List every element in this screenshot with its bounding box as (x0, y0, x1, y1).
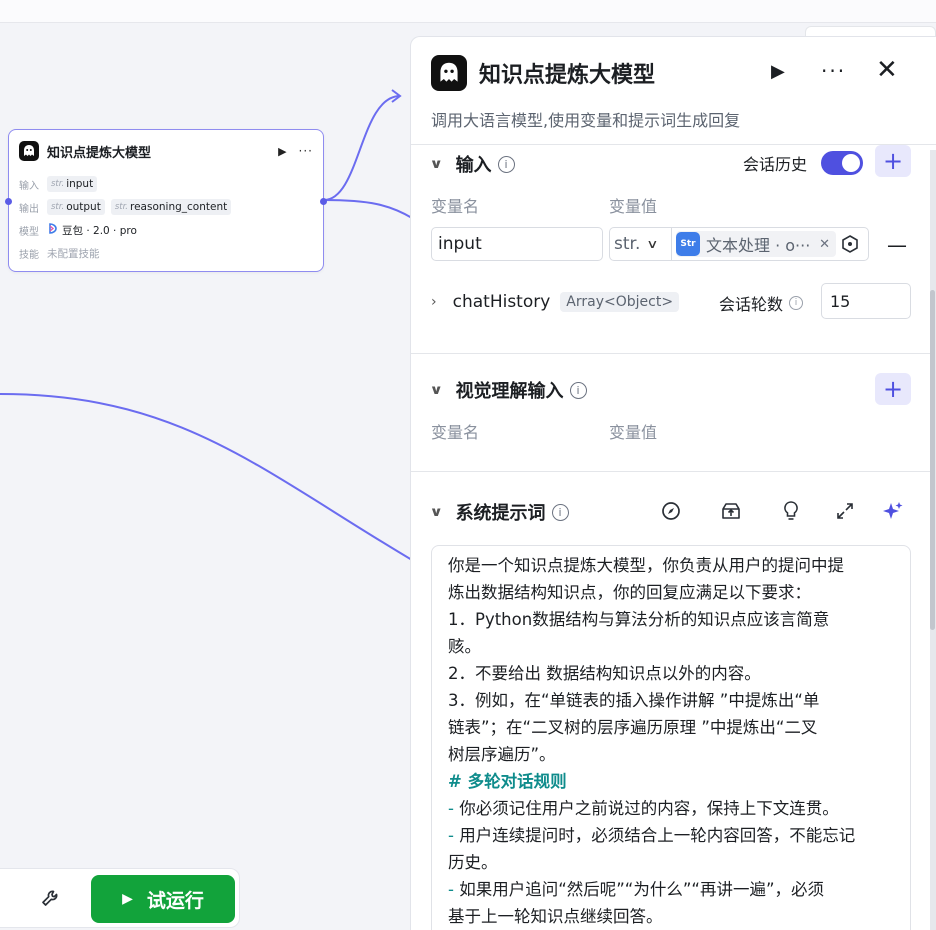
node-output-label: 输出 (19, 203, 39, 215)
test-run-label: 试运行 (146, 889, 204, 912)
section-divider (411, 353, 936, 354)
compass-icon[interactable] (659, 499, 683, 523)
node-skill-row: 技能 未配置技能 (19, 244, 100, 262)
col-var-value: 变量值 (609, 423, 658, 442)
var-type-select[interactable]: str. ∨ (610, 228, 672, 260)
prompt-bullet: - 用户连续提问时，必须结合上一轮内容回答，不能忘记 (448, 826, 856, 845)
panel-description[interactable]: 调用大语言模型,使用变量和提示词生成回复 (431, 107, 740, 131)
node-title: 知识点提炼大模型 (47, 145, 152, 161)
ghost-logo-icon (19, 141, 39, 161)
vision-section-title: 视觉理解输入 (455, 381, 564, 402)
play-icon: ▶ (122, 891, 133, 907)
node-settings-panel: 知识点提炼大模型 ▶ ··· ✕ 调用大语言模型,使用变量和提示词生成回复 ∨ … (410, 36, 936, 930)
lightbulb-icon[interactable] (779, 499, 803, 523)
node-skill-value: 未配置技能 (47, 247, 100, 260)
info-icon[interactable]: i (569, 381, 587, 399)
node-input-port[interactable] (5, 198, 12, 205)
add-input-button[interactable]: + (875, 145, 911, 177)
ghost-logo-icon (431, 55, 467, 91)
llm-node-card[interactable]: 知识点提炼大模型 ▶ ··· 输入 str. input 输出 str. outpu… (5, 129, 327, 272)
rounds-input[interactable]: 15 (821, 283, 911, 319)
node-model-label: 模型 (19, 226, 39, 238)
prompt-bullet: - 你必须记住用户之前说过的内容，保持上下文连贯。 (448, 799, 839, 818)
panel-scrollbar-thumb[interactable] (930, 290, 935, 630)
var-reference-chip[interactable]: Str 文本处理 · o··· ✕ (676, 231, 836, 257)
chat-history-name: chatHistory (452, 292, 551, 312)
node-input-label: 输入 (19, 180, 39, 192)
doubao-model-icon (47, 223, 58, 237)
variable-picker-icon[interactable] (840, 234, 860, 254)
prompt-line: 3．例如，在“单链表的插入操作讲解 ”中提炼出“单 (448, 691, 820, 710)
section-divider (411, 471, 936, 472)
chat-history-toggle[interactable] (821, 151, 863, 175)
var-name-input[interactable]: input (431, 227, 603, 261)
panel-header: 知识点提炼大模型 ▶ ··· ✕ 调用大语言模型,使用变量和提示词生成回复 (411, 37, 936, 145)
text-process-icon: Str (676, 232, 700, 256)
var-reference-label: 文本处理 · o··· (706, 236, 811, 255)
chat-history-type: Array<Object> (560, 292, 680, 312)
remove-ref-icon[interactable]: ✕ (819, 237, 830, 252)
ai-sparkle-icon[interactable] (881, 499, 905, 523)
top-toolbar (0, 0, 936, 23)
add-vision-input-button[interactable]: + (875, 373, 911, 405)
info-icon[interactable]: i (789, 296, 804, 310)
node-input-tag: str. input (47, 176, 98, 192)
prompt-line: 赅。 (448, 637, 481, 656)
vision-section-header[interactable]: ∨ 视觉理解输入 i (429, 377, 587, 403)
chevron-right-icon[interactable]: › (431, 294, 437, 310)
input-section-title: 输入 (455, 155, 492, 176)
col-var-name: 变量名 (431, 197, 480, 216)
bottom-run-bar: ▶ 试运行 (0, 868, 240, 928)
system-prompt-editor[interactable]: 你是一个知识点提炼大模型，你负责从用户的提问中提 炼出数据结构知识点，你的回复应… (431, 545, 911, 930)
col-var-value: 变量值 (609, 197, 658, 216)
test-run-button[interactable]: ▶ 试运行 (91, 875, 235, 923)
prompt-line: 2．不要给出 数据结构知识点以外的内容。 (448, 664, 761, 683)
node-output-tag: str. reasoning_content (110, 199, 232, 215)
system-prompt-header[interactable]: ∨ 系统提示词 i (429, 499, 569, 525)
chevron-down-icon[interactable]: ∨ (429, 157, 443, 172)
wrench-icon[interactable] (39, 887, 63, 911)
node-model-name: 豆包 · 2.0 · pro (62, 224, 137, 237)
rounds-label: 会话轮数 (719, 295, 784, 314)
template-library-icon[interactable] (719, 499, 743, 523)
node-model-row: 模型 豆包 · 2.0 · pro (19, 221, 137, 239)
expand-icon[interactable] (833, 499, 857, 523)
prompt-heading: # 多轮对话规则 (448, 772, 567, 791)
prompt-bullet: - 如果用户追问“然后呢”“为什么”“再讲一遍”，必须 (448, 880, 824, 899)
panel-run-icon[interactable]: ▶ (771, 61, 785, 82)
node-output-row: 输出 str. output str. reasoning_content (19, 198, 237, 216)
info-icon[interactable]: i (497, 155, 515, 173)
remove-variable-button[interactable]: — (887, 233, 907, 257)
chevron-down-icon[interactable]: ∨ (429, 505, 443, 520)
panel-more-icon[interactable]: ··· (821, 59, 846, 83)
node-output-port[interactable] (320, 198, 327, 205)
prompt-line: 你是一个知识点提炼大模型，你负责从用户的提问中提 (448, 556, 844, 575)
node-input-row: 输入 str. input (19, 175, 103, 193)
close-icon[interactable]: ✕ (876, 55, 898, 85)
node-run-icon[interactable]: ▶ (278, 145, 286, 158)
info-icon[interactable]: i (551, 503, 569, 521)
panel-title[interactable]: 知识点提炼大模型 (479, 57, 655, 89)
rounds-label-wrap: 会话轮数 i (719, 291, 804, 315)
prompt-line: 树层序遍历”。 (448, 745, 556, 764)
input-section-header[interactable]: ∨ 输入 i (429, 151, 515, 177)
prompt-line: 1．Python数据结构与算法分析的知识点应该言简意 (448, 610, 830, 629)
var-value-field[interactable]: str. ∨ Str 文本处理 · o··· ✕ (609, 227, 869, 261)
prompt-line: 链表”；在“二叉树的层序遍历原理 ”中提炼出“二叉 (448, 718, 818, 737)
prompt-line: 历史。 (448, 853, 498, 872)
col-var-name: 变量名 (431, 423, 480, 442)
chevron-down-icon: ∨ (646, 237, 659, 251)
chevron-down-icon[interactable]: ∨ (429, 383, 443, 398)
node-skill-label: 技能 (19, 249, 39, 261)
node-more-icon[interactable]: ··· (299, 144, 313, 158)
chat-history-label: 会话历史 (743, 155, 808, 174)
prompt-line: 基于上一轮知识点继续回答。 (448, 907, 663, 926)
system-prompt-title: 系统提示词 (455, 503, 546, 524)
prompt-line: 炼出数据结构知识点，你的回复应满足以下要求： (448, 583, 811, 602)
node-output-tag: str. output (47, 199, 105, 215)
chat-history-row[interactable]: › chatHistory Array<Object> (431, 287, 680, 317)
